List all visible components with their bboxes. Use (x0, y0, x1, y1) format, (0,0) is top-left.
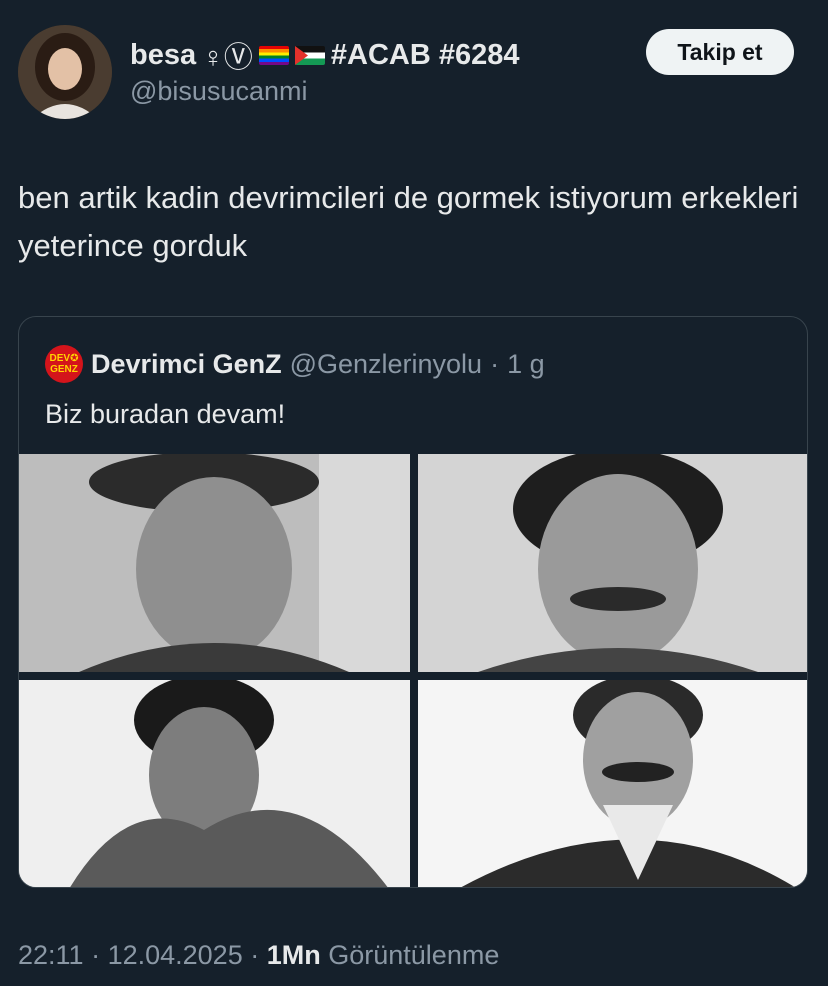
footer-dot: · (91, 940, 108, 970)
photo-grid (19, 454, 807, 887)
quoted-tweet-time[interactable]: 1 g (507, 349, 545, 380)
photo-2[interactable] (418, 454, 807, 672)
photo-4[interactable] (418, 680, 807, 887)
author-display-name[interactable]: besa ♀Ⓥ #ACAB #6284 (130, 34, 519, 76)
author-avatar[interactable] (18, 25, 112, 119)
quoted-avatar-text-top: DEV✪ (49, 353, 79, 364)
view-count: 1Mn (266, 940, 321, 970)
footer-dot: · (250, 940, 267, 970)
quoted-tweet-card[interactable]: DEV✪ GENZ Devrimci GenZ @Genzlerinyolu ·… (18, 316, 808, 888)
follow-button[interactable]: Takip et (646, 29, 794, 75)
author-symbols: ♀Ⓥ (202, 42, 253, 74)
quoted-author-name[interactable]: Devrimci GenZ (91, 349, 282, 380)
tweet-date[interactable]: 12.04.2025 (108, 940, 243, 970)
author-handle[interactable]: @bisusucanmi (130, 76, 307, 107)
rainbow-flag-icon (258, 45, 289, 65)
quoted-author-avatar[interactable]: DEV✪ GENZ (45, 345, 83, 383)
tweet-time[interactable]: 22:11 (18, 940, 84, 970)
photo-1[interactable] (19, 454, 410, 672)
quoted-tweet-text: Biz buradan devam! (45, 399, 286, 429)
quoted-author-handle[interactable]: @Genzlerinyolu (290, 349, 483, 380)
tweet-footer: 22:11 · 12.04.2025 · 1Mn Görüntülenme (18, 940, 499, 971)
author-name: besa (130, 38, 197, 71)
quoted-avatar-text-bottom: GENZ (50, 364, 78, 375)
photo-3[interactable] (19, 680, 410, 887)
tweet-text: ben artik kadin devrimcileri de gormek i… (18, 180, 799, 263)
meta-separator: · (490, 348, 500, 379)
palestine-flag-icon (294, 45, 325, 65)
views-label: Görüntülenme (328, 940, 500, 970)
quoted-tweet-header: DEV✪ GENZ Devrimci GenZ @Genzlerinyolu ·… (45, 345, 545, 383)
author-hashtags: #ACAB #6284 (330, 38, 520, 71)
